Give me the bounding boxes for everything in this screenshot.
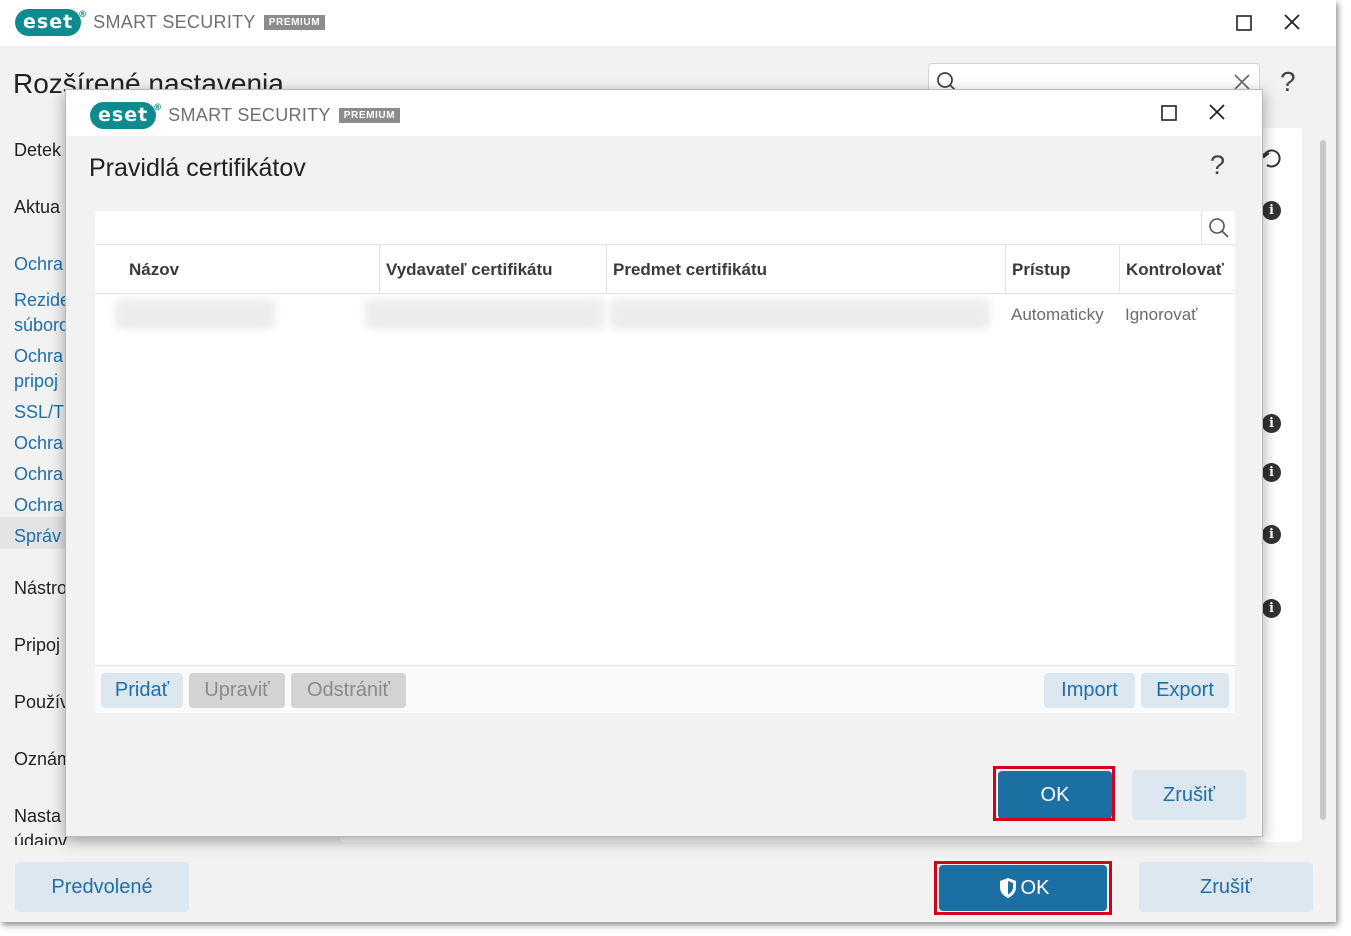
default-button[interactable]: Predvolené xyxy=(15,862,189,912)
table-header: Názov Vydavateľ certifikátu Predmet cert… xyxy=(95,245,1235,294)
dialog-cancel-button[interactable]: Zrušiť xyxy=(1132,770,1246,820)
sidebar-item-connection-1[interactable]: Ochra xyxy=(14,344,63,369)
column-header-issuer[interactable]: Vydavateľ certifikátu xyxy=(379,245,606,294)
column-header-subject[interactable]: Predmet certifikátu xyxy=(606,245,1005,294)
scan-cell: Ignorovať xyxy=(1125,305,1198,324)
sidebar-item-protection-2[interactable]: Ochra xyxy=(14,431,63,456)
sidebar-item-connection-2[interactable]: pripoj xyxy=(14,369,58,394)
sidebar-item-user[interactable]: Použív xyxy=(14,690,69,715)
certificate-rules-dialog: eset ® SMART SECURITY PREMIUM Pravidlá ce… xyxy=(65,89,1263,837)
dialog-title: Pravidlá certifikátov xyxy=(89,154,306,182)
info-icon[interactable]: i xyxy=(1262,463,1281,482)
search-icon xyxy=(1208,218,1229,238)
import-button[interactable]: Import xyxy=(1044,673,1135,708)
vertical-scrollbar[interactable] xyxy=(1320,140,1326,820)
redacted-name-cell xyxy=(115,299,275,329)
eset-logo: eset ® SMART SECURITY PREMIUM xyxy=(15,9,326,36)
info-icon[interactable]: i xyxy=(1262,525,1281,544)
dialog-titlebar: eset ® SMART SECURITY PREMIUM xyxy=(66,90,1262,136)
sidebar-item-settings-2[interactable]: údajov xyxy=(14,829,67,845)
sidebar-item-settings-1[interactable]: Nasta xyxy=(14,804,61,829)
dialog-maximize-button[interactable] xyxy=(1154,98,1184,128)
sidebar-item-protection-3[interactable]: Ochra xyxy=(14,462,63,487)
table-toolbar: Pridať Upraviť Odstrániť Import Export xyxy=(95,665,1235,713)
close-icon xyxy=(1209,104,1225,120)
product-name: SMART SECURITY xyxy=(93,12,256,32)
column-header-scan[interactable]: Kontrolovať xyxy=(1119,245,1235,294)
export-button[interactable]: Export xyxy=(1141,673,1229,708)
eset-logo-mark: eset ® xyxy=(15,9,87,36)
info-icon[interactable]: i xyxy=(1262,599,1281,618)
sidebar-item-connectivity[interactable]: Pripoj xyxy=(14,633,60,658)
redacted-subject-cell xyxy=(610,299,990,329)
maximize-icon xyxy=(1161,105,1177,121)
main-titlebar: eset ® SMART SECURITY PREMIUM xyxy=(0,0,1336,46)
highlight-frame xyxy=(993,766,1115,821)
access-cell: Automaticky xyxy=(1011,305,1104,324)
premium-badge: PREMIUM xyxy=(338,108,401,123)
certificate-rules-table: Názov Vydavateľ certifikátu Predmet cert… xyxy=(95,211,1235,713)
sidebar-item-resident-2[interactable]: súboro xyxy=(14,313,69,338)
delete-button[interactable]: Odstrániť xyxy=(291,673,406,708)
column-header-name[interactable]: Názov xyxy=(95,245,379,294)
sidebar-item-protection-1[interactable]: Ochra xyxy=(14,252,63,277)
maximize-button[interactable] xyxy=(1229,8,1259,38)
premium-badge: PREMIUM xyxy=(263,15,326,30)
eset-logo-mark: eset ® xyxy=(90,102,162,129)
sidebar-item-update[interactable]: Aktua xyxy=(14,195,60,220)
eset-logo-text: eset xyxy=(23,11,74,33)
eset-logo-text: eset xyxy=(98,104,149,126)
table-filter-row[interactable] xyxy=(95,211,1235,245)
main-cancel-button[interactable]: Zrušiť xyxy=(1139,862,1313,912)
sidebar-item-management[interactable]: Správ xyxy=(14,524,61,549)
sidebar-item-notifications[interactable]: Oznám xyxy=(14,747,72,772)
info-icon[interactable]: i xyxy=(1262,414,1281,433)
add-button[interactable]: Pridať xyxy=(101,673,183,708)
info-icon[interactable]: i xyxy=(1262,201,1281,220)
product-name: SMART SECURITY xyxy=(168,105,331,125)
help-icon[interactable]: ? xyxy=(1280,66,1296,98)
column-header-access[interactable]: Prístup xyxy=(1005,245,1119,294)
redacted-issuer-cell xyxy=(365,299,605,329)
maximize-icon xyxy=(1236,15,1252,31)
eset-logo: eset ® SMART SECURITY PREMIUM xyxy=(90,102,401,129)
table-row[interactable]: Automaticky Ignorovať xyxy=(95,295,1235,335)
dialog-help-icon[interactable]: ? xyxy=(1210,150,1225,181)
close-button[interactable] xyxy=(1277,7,1307,37)
sidebar-item-detection[interactable]: Detek xyxy=(14,138,61,163)
close-icon xyxy=(1284,14,1300,30)
edit-button[interactable]: Upraviť xyxy=(189,673,285,708)
dialog-close-button[interactable] xyxy=(1202,97,1232,127)
sidebar-item-tools[interactable]: Nástro xyxy=(14,576,67,601)
highlight-frame xyxy=(934,861,1112,915)
sidebar-item-protection-4[interactable]: Ochra xyxy=(14,493,63,518)
sidebar-item-resident-1[interactable]: Rezide xyxy=(14,288,70,313)
table-search-button[interactable] xyxy=(1201,211,1235,245)
